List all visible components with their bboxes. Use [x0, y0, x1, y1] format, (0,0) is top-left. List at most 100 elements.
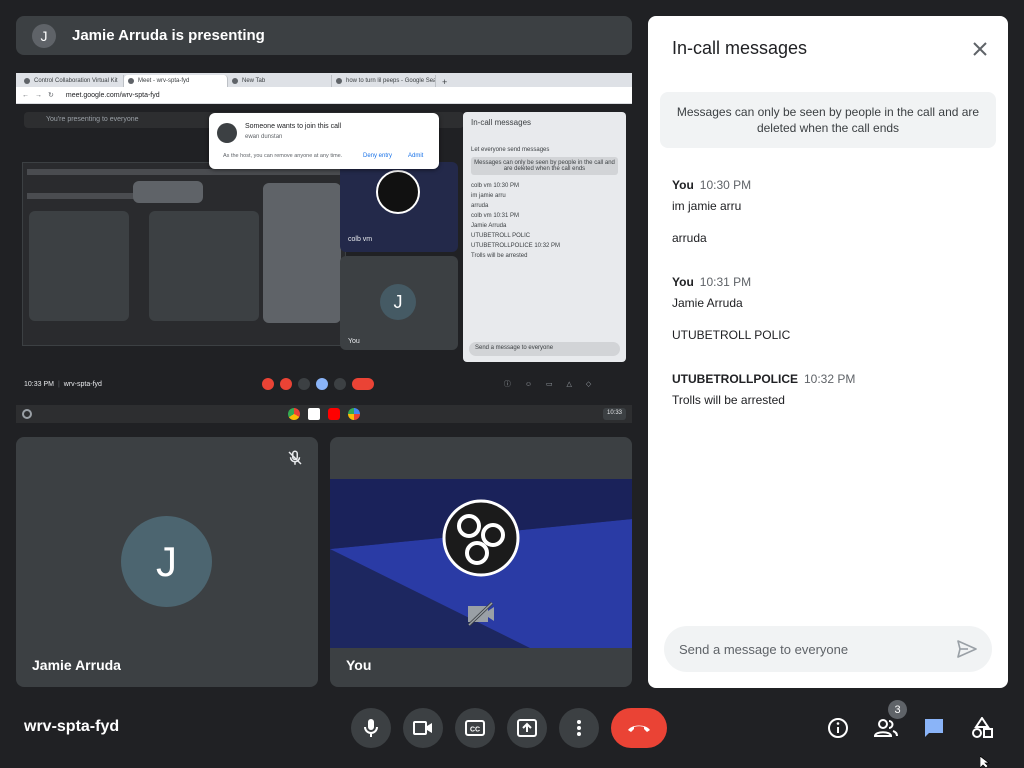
presenting-text: Jamie Arruda is presenting — [72, 27, 265, 44]
activities-button[interactable] — [966, 712, 998, 744]
browser-url: meet.google.com/wrv-spta-fyd — [65, 91, 160, 99]
camera-icon — [413, 721, 432, 735]
chat-privacy-info: Messages can only be seen by people in t… — [660, 92, 996, 148]
shared-chat-line: im jamie arru — [471, 193, 506, 199]
shared-chat-line: colb vm 10:31 PM — [471, 213, 520, 219]
nested-tile — [149, 211, 259, 321]
chat-panel-title: In-call messages — [672, 38, 808, 58]
message-group: You 10:30 PM im jamie arru arruda — [672, 176, 988, 245]
in-call-messages-panel: In-call messages Messages can only be se… — [648, 16, 1008, 688]
notification-title: Someone wants to join this call — [245, 123, 342, 130]
chat-icon — [925, 719, 943, 737]
present-now-button[interactable] — [507, 708, 547, 748]
presenting-banner: J Jamie Arruda is presenting — [16, 16, 632, 55]
shared-end-call-icon — [351, 378, 374, 390]
shared-you-name: You — [348, 338, 360, 345]
shared-chat-line: UTUBETROLL POLIC — [471, 233, 531, 239]
meeting-code: wrv-spta-fyd — [24, 718, 120, 735]
close-chat-button[interactable] — [968, 37, 992, 61]
browser-tab: how to turn lil peeps - Google Sea — [332, 75, 436, 87]
nested-tile — [29, 211, 129, 321]
end-call-button[interactable] — [611, 708, 667, 748]
shared-present-icon — [315, 378, 328, 390]
mouse-cursor-icon — [980, 756, 991, 768]
join-request-notification: Someone wants to join this call ewan dun… — [209, 113, 439, 169]
message-group: You 10:31 PM Jamie Arruda UTUBETROLL POLI… — [672, 273, 988, 342]
people-icon — [873, 719, 898, 737]
microphone-button[interactable] — [351, 708, 391, 748]
shared-chat-line: Trolls will be arrested — [471, 253, 528, 259]
camera-off-icon — [466, 601, 496, 632]
shared-you-tile: J You — [340, 256, 458, 350]
requester-avatar — [217, 123, 237, 143]
microphone-icon — [364, 719, 378, 737]
os-taskbar: 10:33 — [16, 405, 632, 423]
gmail-icon — [308, 408, 320, 420]
browser-address-bar: ←→↻ meet.google.com/wrv-spta-fyd — [16, 87, 632, 104]
deny-entry-button: Deny entry — [363, 153, 393, 159]
message-text: Jamie Arruda — [672, 296, 743, 310]
nested-row — [27, 169, 341, 175]
participant-avatar: J — [121, 516, 212, 607]
message-list: You 10:30 PM im jamie arru arruda You 10:3… — [672, 176, 988, 427]
send-icon — [957, 640, 977, 658]
shared-mic-off-icon — [261, 378, 274, 390]
message-text: im jamie arru — [672, 199, 742, 213]
nested-screen-preview — [22, 162, 346, 346]
new-tab-icon: + — [442, 77, 448, 87]
send-message-button[interactable] — [954, 637, 980, 661]
browser-tab: New Tab — [228, 75, 332, 87]
shared-obs-tile: colb vm — [340, 162, 458, 252]
nested-popup — [133, 181, 203, 203]
shared-right-icons: ⓘ ☺ ▭ △ ◇ — [503, 381, 598, 388]
end-call-icon — [628, 725, 650, 732]
browser-nav-icons: ←→↻ — [22, 92, 60, 99]
shared-chat-toggle: Let everyone send messages — [471, 147, 550, 153]
shared-captions-icon — [297, 378, 310, 390]
shared-chat-title: In-call messages — [471, 118, 532, 127]
message-sender: UTUBETROLLPOLICE — [672, 372, 798, 386]
message-time: 10:30 PM — [699, 178, 752, 192]
chat-button[interactable] — [918, 712, 950, 744]
nested-chat — [263, 183, 341, 323]
shared-chat-line: colb vm 10:30 PM — [471, 183, 520, 189]
shared-chat-info: Messages can only be seen by people in t… — [471, 157, 618, 175]
shared-tile-name: colb vm — [348, 236, 373, 243]
shared-control-bar: 10:33 PM | wrv-spta-fyd ⓘ ☺ ▭ △ ◇ — [24, 374, 624, 394]
message-text: Trolls will be arrested — [672, 393, 785, 407]
info-icon — [828, 718, 848, 738]
captions-button[interactable]: CC — [455, 708, 495, 748]
browser-tab: Meet - wrv-spta-fyd — [124, 75, 228, 87]
svg-text:CC: CC — [470, 727, 480, 734]
camera-button[interactable] — [403, 708, 443, 748]
participant-name: Jamie Arruda — [32, 657, 121, 673]
activities-icon — [972, 717, 993, 738]
admit-button: Admit — [408, 153, 424, 159]
captions-icon: CC — [465, 720, 485, 736]
notification-subtitle: ewan dunstan — [245, 134, 283, 140]
shared-chat-panel: In-call messages Let everyone send messa… — [463, 112, 626, 362]
shared-chat-line: arruda — [471, 203, 489, 209]
participant-tile-jamie[interactable]: J Jamie Arruda — [16, 437, 318, 687]
chat-message-input[interactable] — [664, 626, 992, 672]
browser-tab: Control Collaboration Virtual Kit — [20, 75, 124, 87]
message-time: 10:32 PM — [804, 372, 856, 386]
shared-chat-input: Send a message to everyone — [469, 342, 620, 356]
obs-logo-icon — [376, 170, 420, 214]
shared-cam-off-icon — [279, 378, 292, 390]
launcher-icon — [22, 409, 32, 419]
participant-tile-you[interactable]: You — [330, 437, 632, 687]
participants-count-badge: 3 — [888, 700, 907, 719]
os-clock: 10:33 — [602, 408, 626, 420]
meeting-info-button[interactable] — [822, 712, 854, 744]
shared-avatar: J — [380, 284, 416, 320]
shared-chat-line: UTUBETROLLPOLICE 10:32 PM — [471, 243, 561, 249]
shared-time: 10:33 PM — [24, 380, 54, 388]
presenter-avatar: J — [32, 23, 56, 48]
message-group: UTUBETROLLPOLICE 10:32 PM Trolls will be … — [672, 370, 988, 407]
shared-screen: Control Collaboration Virtual Kit Meet -… — [16, 73, 632, 423]
shared-more-icon — [333, 378, 346, 390]
photos-icon — [348, 408, 360, 420]
notification-hint: As the host, you can remove anyone at an… — [223, 153, 343, 159]
more-options-button[interactable] — [559, 708, 599, 748]
